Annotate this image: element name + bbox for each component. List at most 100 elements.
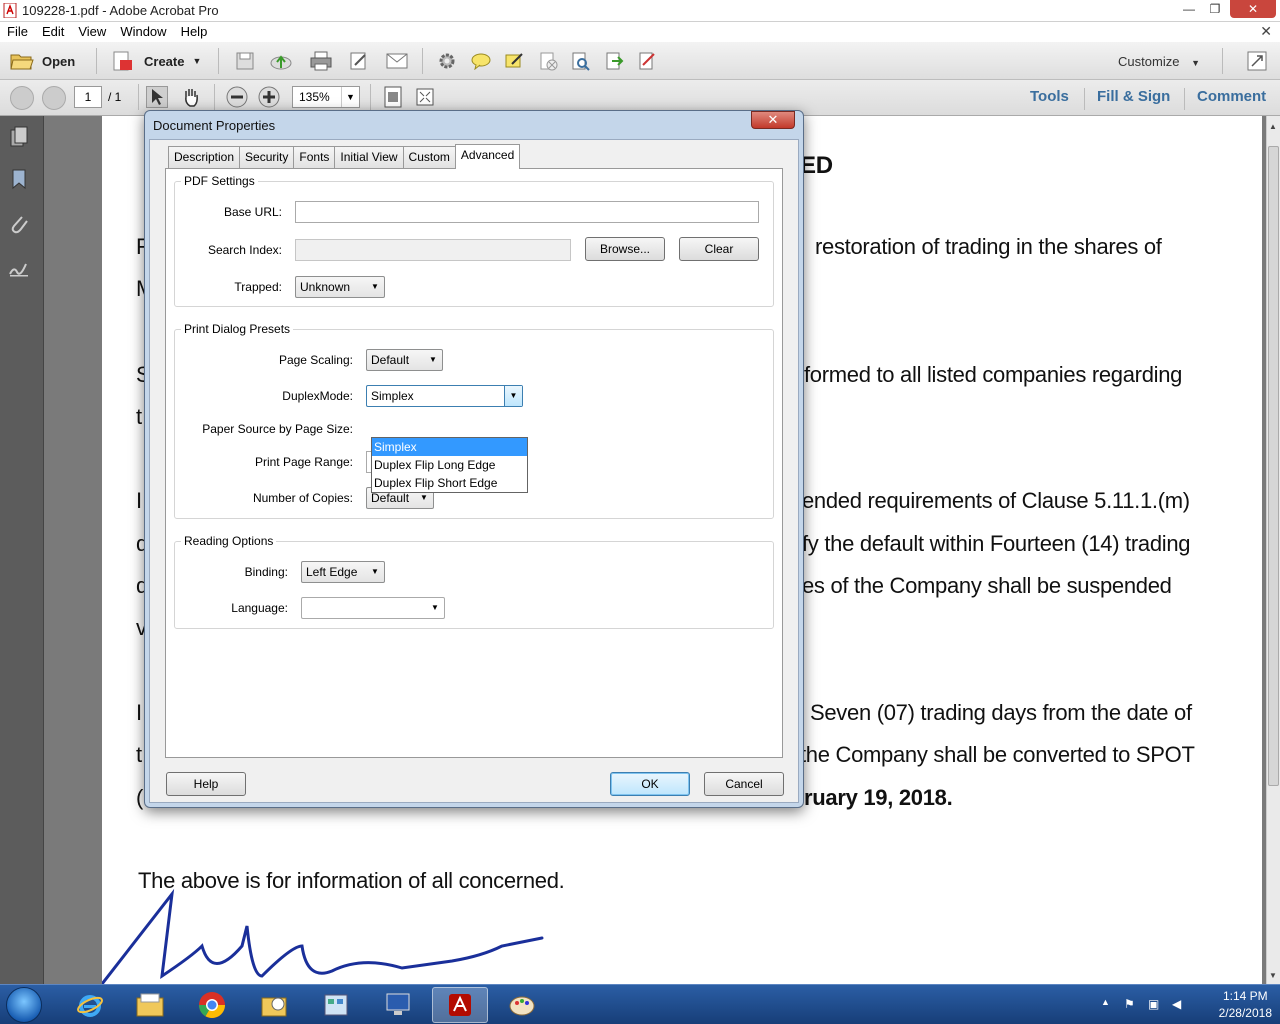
cancel-button[interactable]: Cancel bbox=[704, 772, 784, 796]
comment-pane-link[interactable]: Comment bbox=[1197, 88, 1266, 105]
duplex-option-long-edge[interactable]: Duplex Flip Long Edge bbox=[372, 456, 527, 474]
minimize-button[interactable]: — bbox=[1176, 0, 1202, 18]
chevron-down-icon: ▼ bbox=[371, 567, 379, 576]
binding-label: Binding: bbox=[244, 565, 288, 579]
scrollbar-thumb[interactable] bbox=[1268, 146, 1279, 786]
menu-edit[interactable]: Edit bbox=[35, 22, 71, 39]
search-document-icon[interactable] bbox=[569, 50, 591, 72]
print-icon[interactable] bbox=[310, 50, 332, 72]
acrobat-taskbar-icon[interactable] bbox=[432, 987, 488, 1023]
create-pdf-icon bbox=[113, 51, 132, 71]
vertical-scrollbar[interactable]: ▲ ▼ bbox=[1266, 116, 1280, 984]
create-button[interactable]: Create ▼ bbox=[112, 48, 201, 74]
menu-file[interactable]: File bbox=[0, 22, 35, 39]
network-icon[interactable]: ▣ bbox=[1148, 997, 1164, 1013]
tools-pane-link[interactable]: Tools bbox=[1030, 88, 1069, 105]
clear-button[interactable]: Clear bbox=[679, 237, 759, 261]
save-icon[interactable] bbox=[234, 50, 256, 72]
pdf-settings-group: PDF Settings Base URL: Search Index: Bro… bbox=[174, 174, 774, 307]
customize-label: Customize bbox=[1118, 54, 1180, 69]
dialog-close-button[interactable]: ✕ bbox=[751, 111, 795, 129]
language-select[interactable]: ▼ bbox=[301, 597, 445, 619]
scroll-up-icon[interactable]: ▲ bbox=[1269, 122, 1277, 131]
menu-help[interactable]: Help bbox=[174, 22, 215, 39]
search-index-label: Search Index: bbox=[207, 243, 282, 257]
page-thumbnails-icon[interactable] bbox=[8, 126, 30, 148]
toolbar-separator bbox=[1084, 88, 1085, 110]
doc-fragment: t bbox=[136, 404, 142, 429]
tab-advanced[interactable]: Advanced bbox=[454, 144, 521, 169]
full-screen-icon[interactable] bbox=[414, 86, 436, 108]
remote-desktop-icon[interactable] bbox=[370, 987, 426, 1023]
tab-security[interactable]: Security bbox=[239, 146, 295, 168]
doc-heading-fragment: ED bbox=[800, 152, 833, 179]
email-icon[interactable] bbox=[386, 50, 408, 72]
task-scheduler-icon[interactable] bbox=[246, 987, 302, 1023]
customize-menu[interactable]: Customize ▼ bbox=[1118, 54, 1200, 69]
previous-page-icon[interactable] bbox=[10, 86, 34, 110]
bookmarks-icon[interactable] bbox=[8, 168, 30, 190]
chrome-icon[interactable] bbox=[184, 987, 240, 1023]
doc-line: fy the default within Fourteen (14) trad… bbox=[802, 531, 1191, 556]
print-range-label: Print Page Range: bbox=[254, 455, 353, 469]
chevron-down-icon[interactable]: ▼ bbox=[504, 386, 522, 406]
paint-icon[interactable] bbox=[494, 987, 550, 1023]
control-panel-icon[interactable] bbox=[308, 987, 364, 1023]
doc-fragment: I bbox=[136, 700, 142, 725]
system-clock[interactable]: 1:14 PM 2/28/2018 bbox=[1219, 989, 1272, 1020]
menu-view[interactable]: View bbox=[71, 22, 113, 39]
duplex-mode-select[interactable]: Simplex ▼ bbox=[366, 385, 523, 407]
close-document-icon[interactable]: ✕ bbox=[1260, 23, 1272, 40]
number-of-copies-value: Default bbox=[371, 491, 410, 505]
doc-line: restoration of trading in the shares of bbox=[815, 234, 1162, 259]
start-button[interactable] bbox=[6, 987, 42, 1023]
attachments-icon[interactable] bbox=[8, 212, 30, 234]
select-tool-icon[interactable] bbox=[146, 86, 168, 108]
menu-window[interactable]: Window bbox=[113, 22, 173, 39]
ok-button[interactable]: OK bbox=[610, 772, 690, 796]
maximize-button[interactable]: ❐ bbox=[1202, 0, 1228, 18]
edit-document-icon[interactable] bbox=[348, 50, 370, 72]
zoom-select[interactable]: 135% ▼ bbox=[292, 86, 360, 108]
page-number-input[interactable]: 1 bbox=[74, 86, 102, 108]
fit-page-icon[interactable] bbox=[382, 86, 404, 108]
base-url-input[interactable] bbox=[295, 201, 759, 223]
tab-fonts[interactable]: Fonts bbox=[293, 146, 336, 168]
gear-icon[interactable] bbox=[436, 50, 458, 72]
scroll-down-icon[interactable]: ▼ bbox=[1269, 971, 1277, 980]
signatures-icon[interactable] bbox=[8, 256, 30, 278]
close-window-button[interactable]: ✕ bbox=[1230, 0, 1276, 18]
zoom-out-icon[interactable] bbox=[226, 86, 248, 108]
highlight-icon[interactable] bbox=[503, 50, 525, 72]
export-icon[interactable] bbox=[603, 50, 625, 72]
comment-bubble-icon[interactable] bbox=[470, 50, 492, 72]
show-hidden-icons-icon[interactable]: ▲ bbox=[1101, 997, 1117, 1013]
tab-description[interactable]: Description bbox=[168, 146, 241, 168]
internet-explorer-icon[interactable] bbox=[62, 987, 118, 1023]
trapped-select[interactable]: Unknown ▼ bbox=[295, 276, 385, 298]
zoom-in-icon[interactable] bbox=[258, 86, 280, 108]
remove-icon[interactable] bbox=[537, 50, 559, 72]
help-button[interactable]: Help bbox=[166, 772, 246, 796]
tab-initial-view[interactable]: Initial View bbox=[334, 146, 404, 168]
open-button[interactable]: Open bbox=[10, 48, 75, 74]
page-scaling-select[interactable]: Default ▼ bbox=[366, 349, 443, 371]
file-explorer-icon[interactable] bbox=[122, 987, 178, 1023]
next-page-icon[interactable] bbox=[42, 86, 66, 110]
sign-icon[interactable] bbox=[636, 50, 658, 72]
doc-fragment: t bbox=[136, 742, 142, 767]
browse-button[interactable]: Browse... bbox=[585, 237, 665, 261]
duplex-option-simplex[interactable]: Simplex bbox=[372, 438, 527, 456]
upload-cloud-icon[interactable] bbox=[270, 50, 292, 72]
toolbar-separator bbox=[214, 84, 215, 110]
duplex-option-short-edge[interactable]: Duplex Flip Short Edge bbox=[372, 474, 527, 492]
volume-icon[interactable]: ◀ bbox=[1172, 997, 1188, 1013]
binding-select[interactable]: Left Edge ▼ bbox=[301, 561, 385, 583]
chevron-down-icon[interactable]: ▼ bbox=[341, 87, 359, 107]
expand-view-icon[interactable] bbox=[1246, 50, 1268, 72]
fill-sign-pane-link[interactable]: Fill & Sign bbox=[1097, 88, 1170, 105]
tab-custom[interactable]: Custom bbox=[402, 146, 456, 168]
hand-tool-icon[interactable] bbox=[180, 86, 202, 108]
action-center-icon[interactable]: ⚑ bbox=[1124, 997, 1140, 1013]
clock-time: 1:14 PM bbox=[1222, 989, 1268, 1003]
